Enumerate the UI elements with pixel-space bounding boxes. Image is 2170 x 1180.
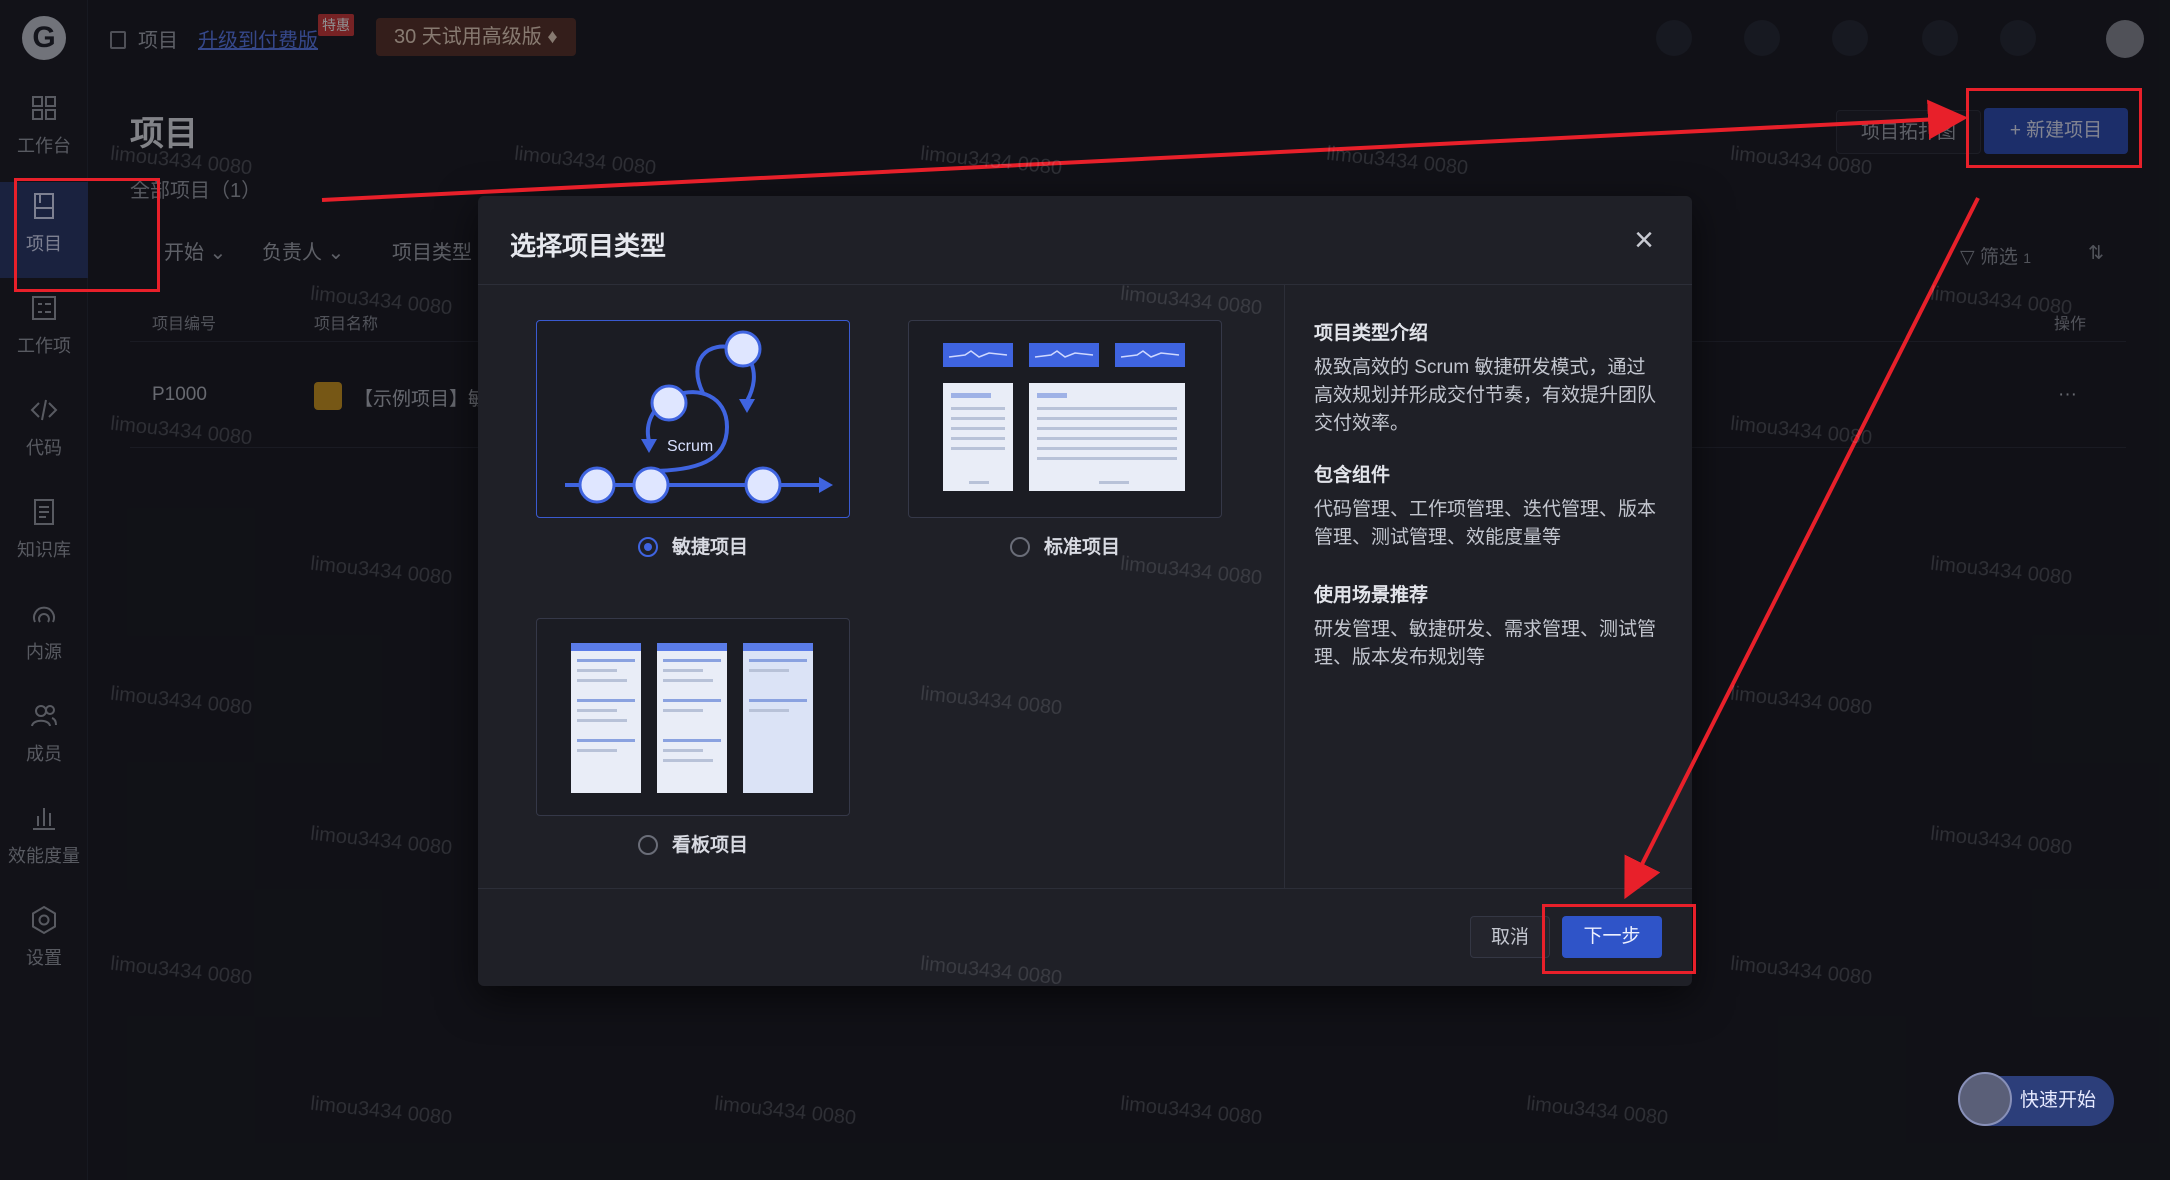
- annotation-arrows: [321, 99, 1980, 900]
